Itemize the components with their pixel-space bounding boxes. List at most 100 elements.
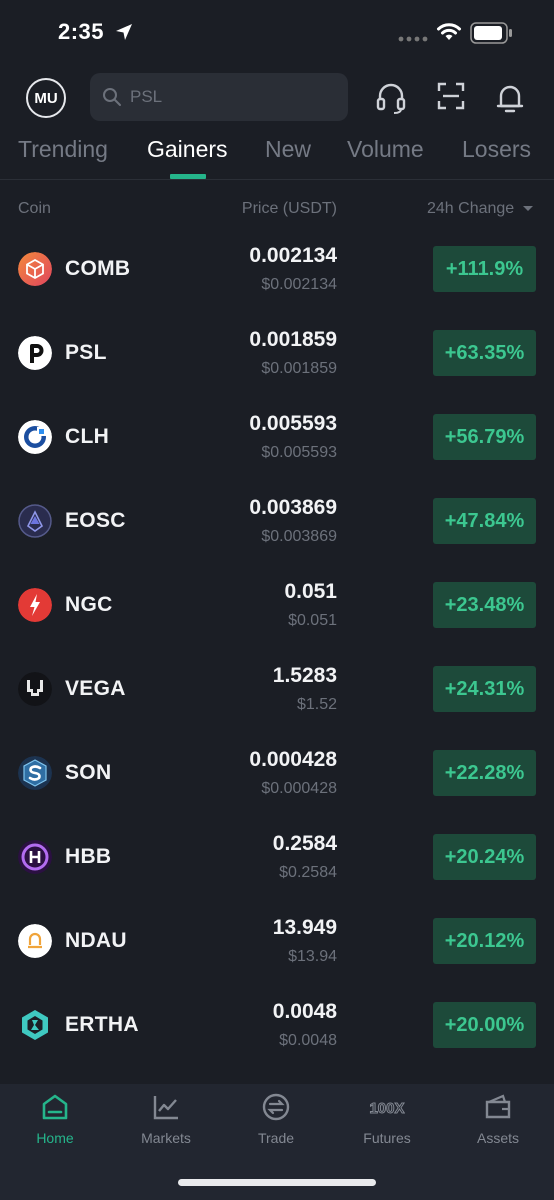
nav-assets[interactable]: Assets bbox=[453, 1092, 543, 1146]
column-header-price[interactable]: Price (USDT) bbox=[242, 200, 337, 218]
coin-price: 0.2584 bbox=[272, 832, 337, 855]
battery-icon bbox=[470, 22, 512, 44]
table-row[interactable]: NDAU 13.949 $13.94 +20.12% bbox=[0, 908, 554, 992]
change-badge: +63.35% bbox=[433, 330, 536, 376]
coin-price: 13.949 bbox=[272, 916, 337, 939]
coin-name: EOSC bbox=[65, 509, 126, 532]
vega-icon bbox=[18, 672, 52, 706]
ndau-icon bbox=[18, 924, 52, 958]
ertha-icon bbox=[22, 1010, 48, 1040]
table-row[interactable]: EOSC 0.003869 $0.003869 +47.84% bbox=[0, 488, 554, 572]
assets-icon bbox=[485, 1094, 511, 1119]
coin-name: PSL bbox=[65, 341, 107, 364]
coin-price: 0.0048 bbox=[272, 1000, 337, 1023]
coin-name: COMB bbox=[65, 257, 131, 280]
change-badge: +111.9% bbox=[433, 246, 536, 292]
table-row[interactable]: COMB 0.002134 $0.002134 +111.9% bbox=[0, 236, 554, 320]
coin-price: 0.005593 bbox=[249, 412, 337, 435]
avatar[interactable]: MU bbox=[26, 78, 66, 118]
nav-home[interactable]: Home bbox=[10, 1092, 100, 1146]
change-badge: +20.12% bbox=[433, 918, 536, 964]
clh-icon bbox=[18, 420, 52, 454]
coin-name: NDAU bbox=[65, 929, 127, 952]
svg-text:100X: 100X bbox=[369, 1100, 404, 1117]
home-indicator bbox=[178, 1179, 376, 1186]
coin-price: 0.002134 bbox=[249, 244, 337, 267]
markets-icon bbox=[153, 1096, 178, 1120]
son-icon bbox=[18, 756, 52, 790]
coin-price: 0.000428 bbox=[249, 748, 337, 771]
coin-name: CLH bbox=[65, 425, 110, 448]
table-row[interactable]: SON 0.000428 $0.000428 +22.28% bbox=[0, 740, 554, 824]
headset-icon[interactable] bbox=[376, 82, 406, 114]
table-row[interactable]: ERTHA 0.0048 $0.0048 +20.00% bbox=[0, 992, 554, 1076]
coin-name: HBB bbox=[65, 845, 112, 868]
change-badge: +23.48% bbox=[433, 582, 536, 628]
eosc-icon bbox=[18, 504, 52, 538]
nav-futures[interactable]: 100X Futures bbox=[342, 1092, 432, 1147]
search-input[interactable]: PSL bbox=[90, 73, 348, 121]
change-badge: +20.00% bbox=[433, 1002, 536, 1048]
tab-gainers[interactable]: Gainers bbox=[147, 136, 228, 163]
nav-label: Futures bbox=[363, 1130, 411, 1146]
cellular-signal-icon bbox=[398, 36, 428, 42]
coin-name: NGC bbox=[65, 593, 113, 616]
active-tab-indicator bbox=[170, 174, 206, 179]
table-row[interactable]: PSL 0.001859 $0.001859 +63.35% bbox=[0, 320, 554, 404]
comb-icon bbox=[18, 252, 52, 286]
coin-price-usd: $1.52 bbox=[296, 696, 337, 713]
change-badge: +20.24% bbox=[433, 834, 536, 880]
futures-icon: 100X bbox=[369, 1100, 405, 1118]
psl-icon bbox=[18, 336, 52, 370]
nav-markets[interactable]: Markets bbox=[121, 1092, 211, 1146]
location-arrow-icon bbox=[116, 24, 132, 40]
sort-down-icon bbox=[522, 205, 533, 211]
table-row[interactable]: NGC 0.051 $0.051 +23.48% bbox=[0, 572, 554, 656]
column-header-coin: Coin bbox=[18, 200, 51, 217]
scan-icon[interactable] bbox=[437, 82, 465, 110]
header: MU PSL bbox=[0, 66, 554, 130]
tab-volume[interactable]: Volume bbox=[347, 136, 424, 163]
table-row[interactable]: CLH 0.005593 $0.005593 +56.79% bbox=[0, 404, 554, 488]
tab-losers[interactable]: Losers bbox=[462, 136, 531, 163]
table-row[interactable]: VEGA 1.5283 $1.52 +24.31% bbox=[0, 656, 554, 740]
coin-price-usd: $0.003869 bbox=[261, 528, 337, 545]
status-bar: 2:35 bbox=[0, 0, 554, 66]
change-badge: +22.28% bbox=[433, 750, 536, 796]
bell-icon[interactable] bbox=[495, 82, 525, 114]
coin-price-usd: $0.0048 bbox=[279, 1032, 337, 1049]
coin-price-usd: $0.005593 bbox=[261, 444, 337, 461]
change-badge: +24.31% bbox=[433, 666, 536, 712]
coin-name: ERTHA bbox=[65, 1013, 139, 1036]
change-badge: +56.79% bbox=[433, 414, 536, 460]
nav-trade[interactable]: Trade bbox=[231, 1092, 321, 1146]
change-badge: +47.84% bbox=[433, 498, 536, 544]
coin-name: SON bbox=[65, 761, 112, 784]
coin-price-usd: $0.001859 bbox=[261, 360, 337, 377]
column-header-change-label: 24h Change bbox=[427, 200, 515, 217]
tab-new[interactable]: New bbox=[265, 136, 311, 163]
coin-price-usd: $0.051 bbox=[288, 612, 337, 629]
wifi-icon bbox=[437, 23, 461, 40]
trade-icon bbox=[262, 1093, 290, 1121]
coin-price: 0.003869 bbox=[249, 496, 337, 519]
coin-price-usd: $0.000428 bbox=[261, 780, 337, 797]
home-icon bbox=[42, 1094, 68, 1120]
status-time: 2:35 bbox=[58, 19, 105, 44]
coin-price-usd: $0.002134 bbox=[261, 276, 337, 293]
coin-price: 1.5283 bbox=[272, 664, 337, 687]
coin-price: 0.001859 bbox=[249, 328, 337, 351]
search-icon bbox=[103, 88, 121, 106]
column-header-change[interactable]: 24h Change bbox=[427, 200, 534, 218]
search-input-value: PSL bbox=[130, 87, 163, 106]
coin-price-usd: $13.94 bbox=[288, 948, 337, 965]
table-row[interactable]: HBB 0.2584 $0.2584 +20.24% bbox=[0, 824, 554, 908]
coin-price-usd: $0.2584 bbox=[279, 864, 337, 881]
tab-trending[interactable]: Trending bbox=[18, 136, 108, 163]
market-tabs: Trending Gainers New Volume Losers bbox=[0, 130, 554, 180]
nav-label: Markets bbox=[141, 1130, 191, 1146]
hbb-icon bbox=[18, 840, 52, 874]
coin-name: VEGA bbox=[65, 677, 126, 700]
nav-label: Trade bbox=[257, 1130, 295, 1146]
nav-label: Assets bbox=[476, 1130, 519, 1146]
